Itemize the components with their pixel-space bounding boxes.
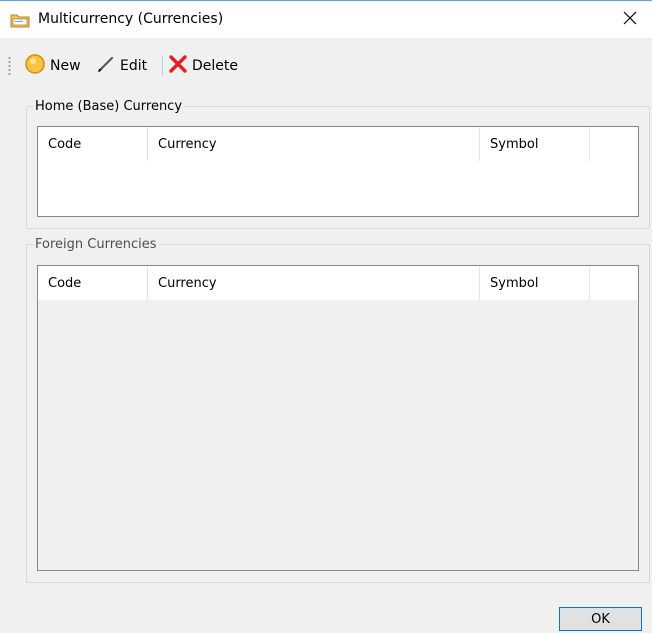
edit-label: Edit [120, 58, 148, 74]
delete-button[interactable]: Delete [168, 54, 238, 78]
home-currency-grid[interactable]: Code Currency Symbol [37, 126, 639, 217]
new-label: New [50, 58, 81, 74]
title-bar: Multicurrency (Currencies) [0, 2, 652, 38]
column-header-filler [590, 127, 638, 161]
column-header-symbol[interactable]: Symbol [480, 266, 590, 300]
ok-button[interactable]: OK [559, 607, 642, 631]
close-icon [623, 11, 637, 29]
foreign-currencies-grid[interactable]: Code Currency Symbol [37, 265, 639, 571]
column-header-code[interactable]: Code [38, 127, 148, 161]
close-button[interactable] [608, 2, 652, 38]
edit-button[interactable]: Edit [96, 54, 147, 78]
pencil-icon [96, 54, 116, 78]
new-button[interactable]: New [24, 54, 81, 78]
red-x-icon [168, 54, 188, 78]
delete-label: Delete [192, 58, 238, 74]
column-header-code[interactable]: Code [38, 266, 148, 300]
column-header-filler [590, 266, 638, 300]
new-sun-icon [24, 53, 46, 79]
foreign-currencies-grid-header: Code Currency Symbol [38, 266, 638, 300]
toolbar-separator [162, 56, 163, 76]
home-currency-legend: Home (Base) Currency [35, 99, 183, 114]
column-header-currency[interactable]: Currency [148, 266, 480, 300]
folder-icon [10, 12, 30, 28]
toolbar: New Edit Delete [0, 50, 652, 82]
column-header-symbol[interactable]: Symbol [480, 127, 590, 161]
foreign-currencies-legend: Foreign Currencies [35, 237, 157, 252]
toolbar-grip[interactable] [8, 56, 11, 76]
dialog-window: Multicurrency (Currencies) New Edit Dele… [0, 0, 652, 633]
home-currency-grid-header: Code Currency Symbol [38, 127, 638, 161]
column-header-currency[interactable]: Currency [148, 127, 480, 161]
window-title: Multicurrency (Currencies) [38, 11, 224, 27]
